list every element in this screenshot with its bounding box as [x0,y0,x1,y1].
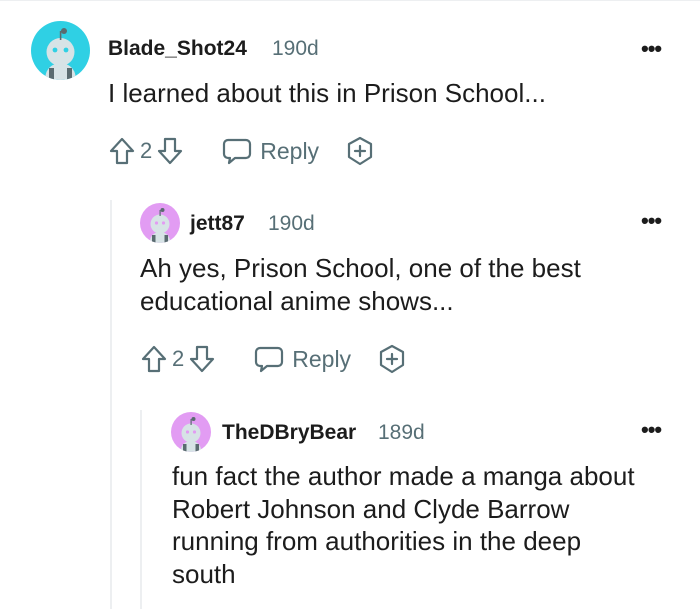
thread-line-level-1[interactable] [110,200,112,609]
downvote-arrow-icon[interactable] [156,136,184,166]
comment-body: fun fact the author made a manga about R… [172,460,635,590]
snoo-avatar-icon [150,208,170,243]
more-options-icon[interactable]: ••• [641,419,662,441]
comment-author[interactable]: Blade_Shot24 [108,37,247,61]
more-options-icon[interactable]: ••• [641,210,662,232]
comment-body-line: south [172,558,236,589]
comment-author[interactable]: TheDBryBear [222,421,356,445]
avatar[interactable] [171,412,211,452]
snoo-avatar-icon [181,417,201,452]
comment-body-line: Robert Johnson and Clyde Barrow [172,493,570,524]
comment-body-line: fun fact the author made a manga about [172,461,635,491]
speech-bubble-icon [223,138,252,165]
comment-body: Ah yes, Prison School, one of the best e… [140,252,581,318]
comment-actions: 2 Reply [140,344,407,374]
top-divider [0,0,700,1]
comment-age: 189d [378,421,425,444]
reply-button[interactable]: Reply [222,137,319,165]
comment-body-line: running from authorities in the deep [172,526,582,556]
upvote-arrow-icon[interactable] [108,136,136,166]
vote-count: 2 [140,138,153,163]
comment-body-line: Ah yes, Prison School, one of the best [140,253,581,283]
reply-label: Reply [260,137,320,164]
comment-body-line: educational anime shows... [140,286,454,316]
downvote-arrow-icon[interactable] [188,344,216,374]
vote-count: 2 [172,346,185,371]
thread-line-level-2[interactable] [140,410,142,609]
award-plus-icon[interactable] [345,136,375,166]
comment-age: 190d [272,37,319,60]
snoo-avatar-icon [45,28,76,80]
avatar[interactable] [31,21,90,80]
reply-label: Reply [292,345,352,372]
comment-actions: 2 Reply [108,136,375,166]
comment-thread: Blade_Shot24 190d ••• I learned about th… [0,0,700,609]
comment-body: I learned about this in Prison School... [108,77,546,109]
avatar[interactable] [140,203,180,243]
reply-button[interactable]: Reply [254,345,351,373]
comment-age: 190d [268,212,315,235]
comment-author[interactable]: jett87 [190,212,245,236]
speech-bubble-icon [255,346,284,373]
upvote-arrow-icon[interactable] [140,344,168,374]
more-options-icon[interactable]: ••• [641,38,662,60]
comment-body-line: I learned about this in Prison School... [108,78,546,108]
award-plus-icon[interactable] [377,344,407,374]
